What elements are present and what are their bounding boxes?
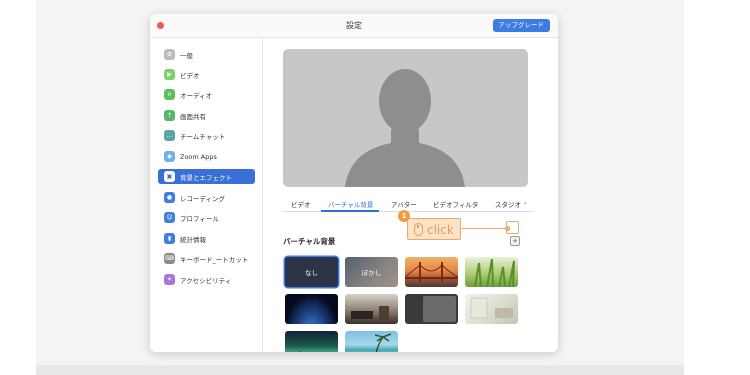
sidebar-item-label: 画面共有: [180, 112, 206, 121]
tab-bar: ビデオ バーチャル背景 アバター ビデオフィルタ スタジオ ›: [283, 196, 533, 212]
sidebar-item-team-chat[interactable]: … チームチャット: [158, 128, 255, 143]
tab-virtual-background[interactable]: バーチャル背景: [328, 199, 373, 209]
sidebar-item-label: ビデオ: [180, 71, 200, 80]
sidebar-item-zoom-apps[interactable]: ◆ Zoom Apps: [158, 149, 255, 164]
sidebar-item-recording[interactable]: ● レコーディング: [158, 190, 255, 205]
sidebar-item-accessibility[interactable]: ✦ アクセシビリティ: [158, 272, 255, 287]
main-panel: ビデオ バーチャル背景 アバター ビデオフィルタ スタジオ › バーチャル背景 …: [263, 38, 558, 352]
mouse-icon: [414, 223, 423, 236]
sidebar-item-profile[interactable]: ☺ プロフィール: [158, 210, 255, 225]
step-number-badge: 1: [398, 210, 410, 222]
aurora-image: [299, 351, 333, 352]
thumb-label: なし: [305, 269, 318, 277]
apps-icon: ◆: [164, 151, 175, 162]
background-icon: ▣: [164, 171, 175, 182]
sidebar-item-label: オーディオ: [180, 91, 213, 100]
click-callout: click: [407, 218, 461, 240]
tab-video-filter[interactable]: ビデオフィルタ: [433, 199, 478, 209]
sidebar-item-label: キーボード_ートカット: [180, 255, 249, 264]
chat-icon: …: [164, 130, 175, 141]
callout-target-highlight: [506, 221, 519, 234]
tab-studio[interactable]: スタジオ: [495, 199, 521, 209]
sidebar-item-share-screen[interactable]: ↑ 画面共有: [158, 108, 255, 123]
sidebar-item-label: 統計情報: [180, 235, 206, 244]
upgrade-button[interactable]: アップグレード: [492, 19, 550, 32]
thumb-label: ぼかし: [361, 269, 382, 277]
video-icon: ▶: [164, 69, 175, 80]
sidebar-item-audio[interactable]: ∩ オーディオ: [158, 87, 255, 102]
sidebar-item-video[interactable]: ▶ ビデオ: [158, 67, 255, 82]
headphones-icon: ∩: [164, 89, 175, 100]
settings-window: 設定 アップグレード ⚙ 一般 ▶ ビデオ ∩ オーディオ ↑ 画面共有 … チ…: [150, 14, 558, 352]
background-thumb-video-dark[interactable]: [405, 294, 458, 324]
title-bar: 設定 アップグレード: [150, 14, 558, 38]
record-icon: ●: [164, 192, 175, 203]
background-thumb-none[interactable]: なし: [285, 257, 338, 287]
grass-image: [474, 258, 515, 287]
bottom-bar: [36, 365, 684, 375]
sidebar: ⚙ 一般 ▶ ビデオ ∩ オーディオ ↑ 画面共有 … チームチャット ◆ Zo…: [150, 38, 263, 352]
sidebar-item-label: チームチャット: [180, 132, 226, 141]
sidebar-item-keyboard-shortcuts[interactable]: ⌨ キーボード_ートカット: [158, 251, 255, 266]
background-thumb-beach[interactable]: [345, 331, 398, 352]
sidebar-item-label: アクセシビリティ: [180, 276, 232, 285]
sidebar-item-statistics[interactable]: ▮ 統計情報: [158, 231, 255, 246]
tab-avatar[interactable]: アバター: [391, 199, 417, 209]
background-thumb-aurora[interactable]: [285, 331, 338, 352]
callout-line: [462, 228, 507, 229]
sidebar-item-label: 背景とエフェクト: [180, 173, 232, 182]
section-title: バーチャル背景: [283, 237, 336, 246]
sidebar-item-label: レコーディング: [180, 194, 226, 203]
background-thumb-grass[interactable]: [465, 257, 518, 287]
keyboard-icon: ⌨: [164, 253, 175, 264]
sidebar-item-background-effects[interactable]: ▣ 背景とエフェクト: [158, 169, 255, 184]
sidebar-item-label: 一般: [180, 51, 193, 60]
background-thumb-golden-gate-bridge[interactable]: [405, 257, 458, 287]
background-thumb-bright-room[interactable]: [465, 294, 518, 324]
gear-icon: ⚙: [164, 49, 175, 60]
background-thumb-living-room[interactable]: [345, 294, 398, 324]
background-thumb-earth-from-space[interactable]: [285, 294, 338, 324]
beach-image: [374, 333, 392, 352]
plus-icon[interactable]: +: [510, 236, 520, 246]
sidebar-item-general[interactable]: ⚙ 一般: [158, 47, 255, 62]
profile-icon: ☺: [164, 212, 175, 223]
video-thumb-frame: [423, 296, 456, 322]
share-screen-icon: ↑: [164, 110, 175, 121]
bridge-image: [405, 262, 458, 282]
sidebar-item-label: Zoom Apps: [180, 152, 217, 161]
video-preview: [283, 49, 528, 187]
accessibility-icon: ✦: [164, 274, 175, 285]
sidebar-item-label: プロフィール: [180, 214, 219, 223]
stats-icon: ▮: [164, 233, 175, 244]
callout-text: click: [427, 223, 454, 237]
tab-video[interactable]: ビデオ: [291, 199, 311, 209]
background-thumb-blur[interactable]: ぼかし: [345, 257, 398, 287]
chevron-right-icon[interactable]: ›: [524, 199, 527, 207]
person-silhouette-icon: [345, 69, 465, 187]
bright-room-image: [470, 297, 513, 319]
living-room-image: [351, 306, 389, 320]
active-tab-indicator: [321, 210, 379, 212]
